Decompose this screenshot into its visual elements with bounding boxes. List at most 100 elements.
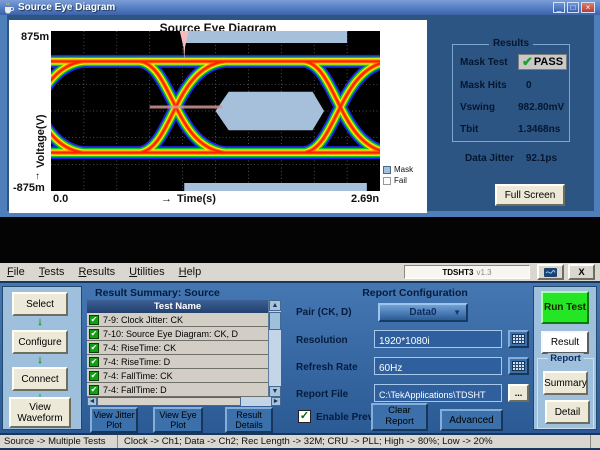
main-control-panel: Select ↓ Configure ↓ Connect ↓ View Wave… bbox=[0, 283, 600, 433]
advanced-button[interactable]: Advanced bbox=[440, 409, 503, 431]
resolution-keypad-button[interactable] bbox=[508, 330, 529, 348]
resolution-field-wrap bbox=[374, 330, 502, 348]
vswing-value: 982.80mV bbox=[518, 102, 564, 113]
vswing-row: Vswing 982.80mV bbox=[460, 102, 564, 113]
refresh-keypad-button[interactable] bbox=[508, 357, 529, 375]
data-jitter-row: Data Jitter 92.1ps bbox=[452, 153, 570, 164]
pass-check-icon: ✔ bbox=[89, 315, 99, 325]
menu-file[interactable]: File bbox=[0, 264, 32, 280]
app-version: v1.3 bbox=[477, 268, 492, 277]
status-source-mode: Source -> Multiple Tests bbox=[0, 435, 118, 448]
hide-app-button[interactable] bbox=[537, 264, 564, 280]
scroll-up-icon[interactable]: ▲ bbox=[269, 300, 281, 311]
eye-window-titlebar[interactable]: Source Eye Diagram _ □ × bbox=[0, 0, 600, 15]
table-row[interactable]: ✔ 7-10: Source Eye Diagram: CK, D bbox=[87, 327, 268, 341]
pair-dropdown[interactable]: Data0 ▼ bbox=[378, 303, 468, 322]
fail-swatch-icon bbox=[383, 177, 391, 185]
exit-app-button[interactable]: X bbox=[568, 264, 595, 280]
configure-button[interactable]: Configure bbox=[12, 330, 68, 354]
y-axis-max-label: 875m bbox=[21, 31, 49, 43]
mask-hits-row: Mask Hits 0 bbox=[460, 80, 532, 91]
status-bar: Source -> Multiple Tests Clock -> Ch1; D… bbox=[0, 433, 600, 450]
data-jitter-value: 92.1ps bbox=[526, 153, 557, 164]
eye-plot-area bbox=[51, 31, 380, 191]
connect-button[interactable]: Connect bbox=[12, 367, 68, 391]
table-row[interactable]: ✔ 7-9: Clock Jitter: CK bbox=[87, 313, 268, 327]
detail-report-button[interactable]: Detail bbox=[545, 400, 590, 424]
report-group-title: Report bbox=[547, 353, 584, 364]
view-eye-plot-button[interactable]: View Eye Plot bbox=[153, 407, 203, 433]
scroll-down-icon[interactable]: ▼ bbox=[269, 386, 281, 397]
report-file-field-wrap bbox=[374, 384, 502, 402]
tbit-label: Tbit bbox=[460, 124, 518, 135]
menu-help[interactable]: Help bbox=[172, 264, 209, 280]
refresh-rate-label: Refresh Rate bbox=[296, 362, 358, 373]
scroll-left-icon[interactable]: ◄ bbox=[87, 397, 97, 406]
mask-test-label: Mask Test bbox=[460, 57, 518, 68]
pass-check-icon: ✔ bbox=[89, 329, 99, 339]
app-name: TDSHT3 bbox=[442, 268, 473, 277]
menu-utilities[interactable]: Utilities bbox=[122, 264, 171, 280]
view-waveform-button[interactable]: View Waveform bbox=[9, 397, 71, 428]
horizontal-scrollbar[interactable]: ◄ ► bbox=[87, 397, 281, 406]
menu-tests[interactable]: Tests bbox=[32, 264, 72, 280]
flow-arrow-icon: ↓ bbox=[0, 317, 80, 327]
report-config-title: Report Configuration bbox=[300, 287, 530, 299]
run-test-button[interactable]: Run Test bbox=[541, 291, 589, 324]
vswing-label: Vswing bbox=[460, 102, 518, 113]
view-jitter-plot-button[interactable]: View Jitter Plot bbox=[90, 407, 138, 433]
mask-hits-label: Mask Hits bbox=[460, 80, 518, 91]
mask-swatch-icon bbox=[383, 166, 391, 174]
table-row[interactable]: ✔ 7-4: RiseTime: CK bbox=[87, 341, 268, 355]
pass-check-icon: ✔ bbox=[89, 343, 99, 353]
full-screen-button[interactable]: Full Screen bbox=[495, 184, 565, 206]
close-window-button[interactable]: × bbox=[581, 2, 595, 13]
table-row[interactable]: ✔ 7-4: FallTime: CK bbox=[87, 369, 268, 383]
keypad-icon bbox=[512, 361, 525, 371]
tbit-row: Tbit 1.3468ns bbox=[460, 124, 560, 135]
legend-mask-item: Mask bbox=[383, 165, 413, 174]
column-header-test-name: Test Name bbox=[87, 300, 268, 313]
clear-report-button[interactable]: Clear Report bbox=[371, 403, 428, 431]
legend-fail-item: Fail bbox=[383, 176, 407, 185]
minimize-button[interactable]: _ bbox=[553, 2, 565, 13]
legend-mask-label: Mask bbox=[394, 165, 413, 174]
pair-label: Pair (CK, D) bbox=[296, 307, 352, 318]
x-axis-min-label: 0.0 bbox=[53, 193, 68, 205]
scrollbar-thumb[interactable] bbox=[269, 312, 281, 330]
eye-diagram-plot bbox=[51, 31, 380, 191]
report-file-input[interactable] bbox=[375, 387, 501, 403]
enable-preview-checkbox[interactable]: ✓ bbox=[298, 410, 311, 423]
table-row[interactable]: ✔ 7-4: FallTime: D bbox=[87, 383, 268, 397]
acquisition-strip: Stopped 115 200 acqs RL:1.0k March 07, 2… bbox=[0, 217, 600, 263]
flow-arrow-icon: ↓ bbox=[0, 355, 80, 365]
browse-file-button[interactable]: ... bbox=[508, 384, 529, 402]
select-button[interactable]: Select bbox=[12, 292, 68, 316]
report-file-label: Report File bbox=[296, 389, 348, 400]
result-button[interactable]: Result bbox=[541, 331, 589, 354]
window-title: Source Eye Diagram bbox=[18, 2, 115, 13]
menu-results[interactable]: Results bbox=[71, 264, 122, 280]
test-name-cell: 7-4: RiseTime: CK bbox=[103, 343, 176, 353]
results-group-title: Results bbox=[489, 38, 533, 49]
summary-report-button[interactable]: Summary bbox=[543, 371, 588, 395]
pass-check-icon: ✔ bbox=[522, 54, 533, 70]
test-name-cell: 7-4: RiseTime: D bbox=[103, 357, 170, 367]
result-summary-title: Result Summary: Source bbox=[95, 287, 220, 299]
refresh-rate-input[interactable] bbox=[375, 361, 501, 377]
x-axis-max-label: 2.69n bbox=[351, 193, 379, 205]
scroll-right-icon[interactable]: ► bbox=[271, 397, 281, 406]
refresh-rate-field-wrap bbox=[374, 357, 502, 375]
table-row[interactable]: ✔ 7-4: RiseTime: D bbox=[87, 355, 268, 369]
mask-test-value: PASS bbox=[534, 56, 563, 68]
y-axis-arrow: ↑ bbox=[35, 171, 40, 182]
scrollbar-thumb[interactable] bbox=[97, 397, 241, 406]
test-name-cell: 7-4: FallTime: D bbox=[103, 385, 167, 395]
result-details-button[interactable]: Result Details bbox=[225, 407, 273, 433]
data-jitter-label: Data Jitter bbox=[465, 153, 514, 164]
maximize-button[interactable]: □ bbox=[567, 2, 579, 13]
resolution-label: Resolution bbox=[296, 335, 348, 346]
vertical-scrollbar[interactable]: ▲ ▼ bbox=[268, 300, 281, 397]
y-axis-min-label: -875m bbox=[13, 182, 45, 194]
resolution-input[interactable] bbox=[375, 334, 501, 350]
